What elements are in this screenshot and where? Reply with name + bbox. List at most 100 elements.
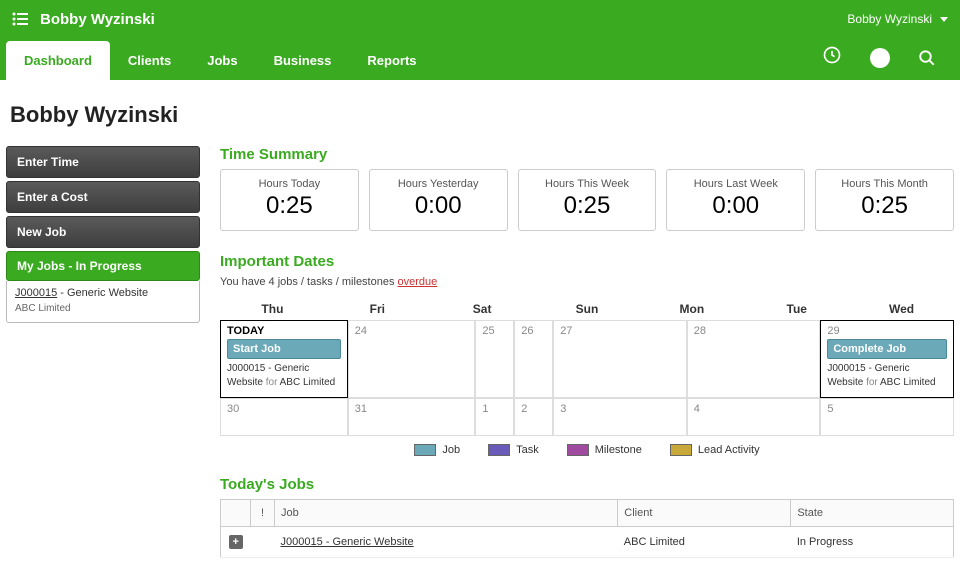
- day-sun: Sun: [535, 298, 640, 320]
- time-card-last-week: Hours Last Week 0:00: [666, 169, 805, 231]
- tab-business[interactable]: Business: [256, 41, 350, 80]
- user-name: Bobby Wyzinski: [847, 12, 932, 26]
- cal-cell[interactable]: 27: [553, 320, 687, 398]
- day-tue: Tue: [744, 298, 849, 320]
- time-card-value: 0:00: [671, 192, 800, 220]
- swatch-milestone: [567, 444, 589, 456]
- cal-cell-event[interactable]: 29 Complete Job J000015 - Generic Websit…: [820, 320, 954, 398]
- page-title: Bobby Wyzinski: [0, 80, 960, 146]
- time-card-label: Hours This Month: [820, 178, 949, 190]
- sidebar-enter-time[interactable]: Enter Time: [6, 146, 200, 178]
- tab-reports[interactable]: Reports: [349, 41, 434, 80]
- time-card-label: Hours Yesterday: [374, 178, 503, 190]
- time-card-value: 0:00: [374, 192, 503, 220]
- cell-alert: [251, 527, 275, 558]
- swatch-task: [488, 444, 510, 456]
- calendar-row: TODAY Start Job J000015 - Generic Websit…: [220, 320, 954, 398]
- tab-dashboard[interactable]: Dashboard: [6, 41, 110, 80]
- legend-task: Task: [488, 444, 539, 456]
- day-sat: Sat: [430, 298, 535, 320]
- user-menu[interactable]: Bobby Wyzinski: [847, 12, 948, 26]
- hamburger-icon[interactable]: [12, 12, 30, 26]
- navbar: Dashboard Clients Jobs Business Reports …: [0, 38, 960, 80]
- sidebar-job-client: ABC Limited: [15, 303, 71, 314]
- time-card-this-week: Hours This Week 0:25: [518, 169, 657, 231]
- time-card-value: 0:25: [820, 192, 949, 220]
- overdue-note: You have 4 jobs / tasks / milestones ove…: [220, 276, 954, 288]
- sidebar-new-job[interactable]: New Job: [6, 216, 200, 248]
- cal-event-start[interactable]: Start Job: [227, 339, 341, 359]
- sidebar-job-title: - Generic Website: [57, 287, 148, 299]
- sidebar-job-item[interactable]: J000015 - Generic Website ABC Limited: [6, 281, 200, 323]
- cell-state: In Progress: [791, 527, 954, 558]
- important-dates-heading: Important Dates: [220, 253, 954, 270]
- time-card-label: Hours Today: [225, 178, 354, 190]
- today-label: TODAY: [227, 325, 341, 337]
- clock-icon[interactable]: [822, 45, 842, 70]
- day-wed: Wed: [849, 298, 954, 320]
- cal-day-num: 29: [827, 325, 947, 337]
- time-summary-row: Hours Today 0:25 Hours Yesterday 0:00 Ho…: [220, 169, 954, 231]
- cal-cell[interactable]: 31: [348, 398, 476, 436]
- tab-jobs[interactable]: Jobs: [189, 41, 255, 80]
- jobs-table: ! Job Client State + J000015 - Generic W…: [220, 499, 954, 558]
- day-thu: Thu: [220, 298, 325, 320]
- overdue-text: You have 4 jobs / tasks / milestones: [220, 276, 398, 288]
- swatch-job: [414, 444, 436, 456]
- time-card-label: Hours This Week: [523, 178, 652, 190]
- calendar-legend: Job Task Milestone Lead Activity: [220, 444, 954, 456]
- legend-lead: Lead Activity: [670, 444, 760, 456]
- cal-cell[interactable]: 3: [553, 398, 687, 436]
- cal-event-desc: J000015 - Generic Website for ABC Limite…: [827, 362, 947, 390]
- cell-client: ABC Limited: [618, 527, 791, 558]
- time-card-value: 0:25: [225, 192, 354, 220]
- job-link[interactable]: J000015 - Generic Website: [281, 536, 414, 548]
- expand-icon[interactable]: +: [229, 535, 243, 549]
- todays-jobs-heading: Today's Jobs: [220, 476, 954, 493]
- swatch-lead: [670, 444, 692, 456]
- col-state[interactable]: State: [791, 500, 954, 527]
- cal-cell[interactable]: 25: [475, 320, 514, 398]
- col-job[interactable]: Job: [275, 500, 618, 527]
- cal-cell[interactable]: 28: [687, 320, 821, 398]
- cal-event-complete[interactable]: Complete Job: [827, 339, 947, 359]
- overdue-link[interactable]: overdue: [398, 276, 438, 288]
- sidebar-enter-cost[interactable]: Enter a Cost: [6, 181, 200, 213]
- sidebar-my-jobs[interactable]: My Jobs - In Progress: [6, 251, 200, 281]
- col-expand: [221, 500, 251, 527]
- time-card-yesterday: Hours Yesterday 0:00: [369, 169, 508, 231]
- cal-cell[interactable]: 30: [220, 398, 348, 436]
- time-card-value: 0:25: [523, 192, 652, 220]
- cal-event-desc: J000015 - Generic Website for ABC Limite…: [227, 362, 341, 390]
- cal-cell[interactable]: 5: [820, 398, 954, 436]
- time-summary-heading: Time Summary: [220, 146, 954, 163]
- calendar-row: 30 31 1 2 3 4 5: [220, 398, 954, 436]
- time-card-label: Hours Last Week: [671, 178, 800, 190]
- cal-cell[interactable]: 24: [348, 320, 476, 398]
- cal-cell[interactable]: 4: [687, 398, 821, 436]
- chevron-down-icon: [940, 17, 948, 22]
- main-content: Time Summary Hours Today 0:25 Hours Yest…: [220, 146, 954, 558]
- cal-today[interactable]: TODAY Start Job J000015 - Generic Websit…: [220, 320, 348, 398]
- cal-cell[interactable]: 1: [475, 398, 514, 436]
- col-alert[interactable]: !: [251, 500, 275, 527]
- cal-cell[interactable]: 26: [514, 320, 553, 398]
- col-client[interactable]: Client: [618, 500, 791, 527]
- legend-job: Job: [414, 444, 460, 456]
- tab-clients[interactable]: Clients: [110, 41, 189, 80]
- cal-cell[interactable]: 2: [514, 398, 553, 436]
- table-header-row: ! Job Client State: [221, 500, 954, 527]
- company-name: Bobby Wyzinski: [40, 11, 155, 28]
- legend-milestone: Milestone: [567, 444, 642, 456]
- topbar: Bobby Wyzinski Bobby Wyzinski: [0, 0, 960, 38]
- sidebar-job-code[interactable]: J000015: [15, 287, 57, 299]
- nav-tabs: Dashboard Clients Jobs Business Reports: [6, 41, 435, 80]
- help-icon[interactable]: ?: [870, 48, 890, 68]
- time-card-this-month: Hours This Month 0:25: [815, 169, 954, 231]
- sidebar: Enter Time Enter a Cost New Job My Jobs …: [6, 146, 200, 558]
- calendar-header: Thu Fri Sat Sun Mon Tue Wed: [220, 298, 954, 320]
- search-icon[interactable]: [918, 49, 936, 67]
- time-card-today: Hours Today 0:25: [220, 169, 359, 231]
- table-row[interactable]: + J000015 - Generic Website ABC Limited …: [221, 527, 954, 558]
- day-mon: Mon: [639, 298, 744, 320]
